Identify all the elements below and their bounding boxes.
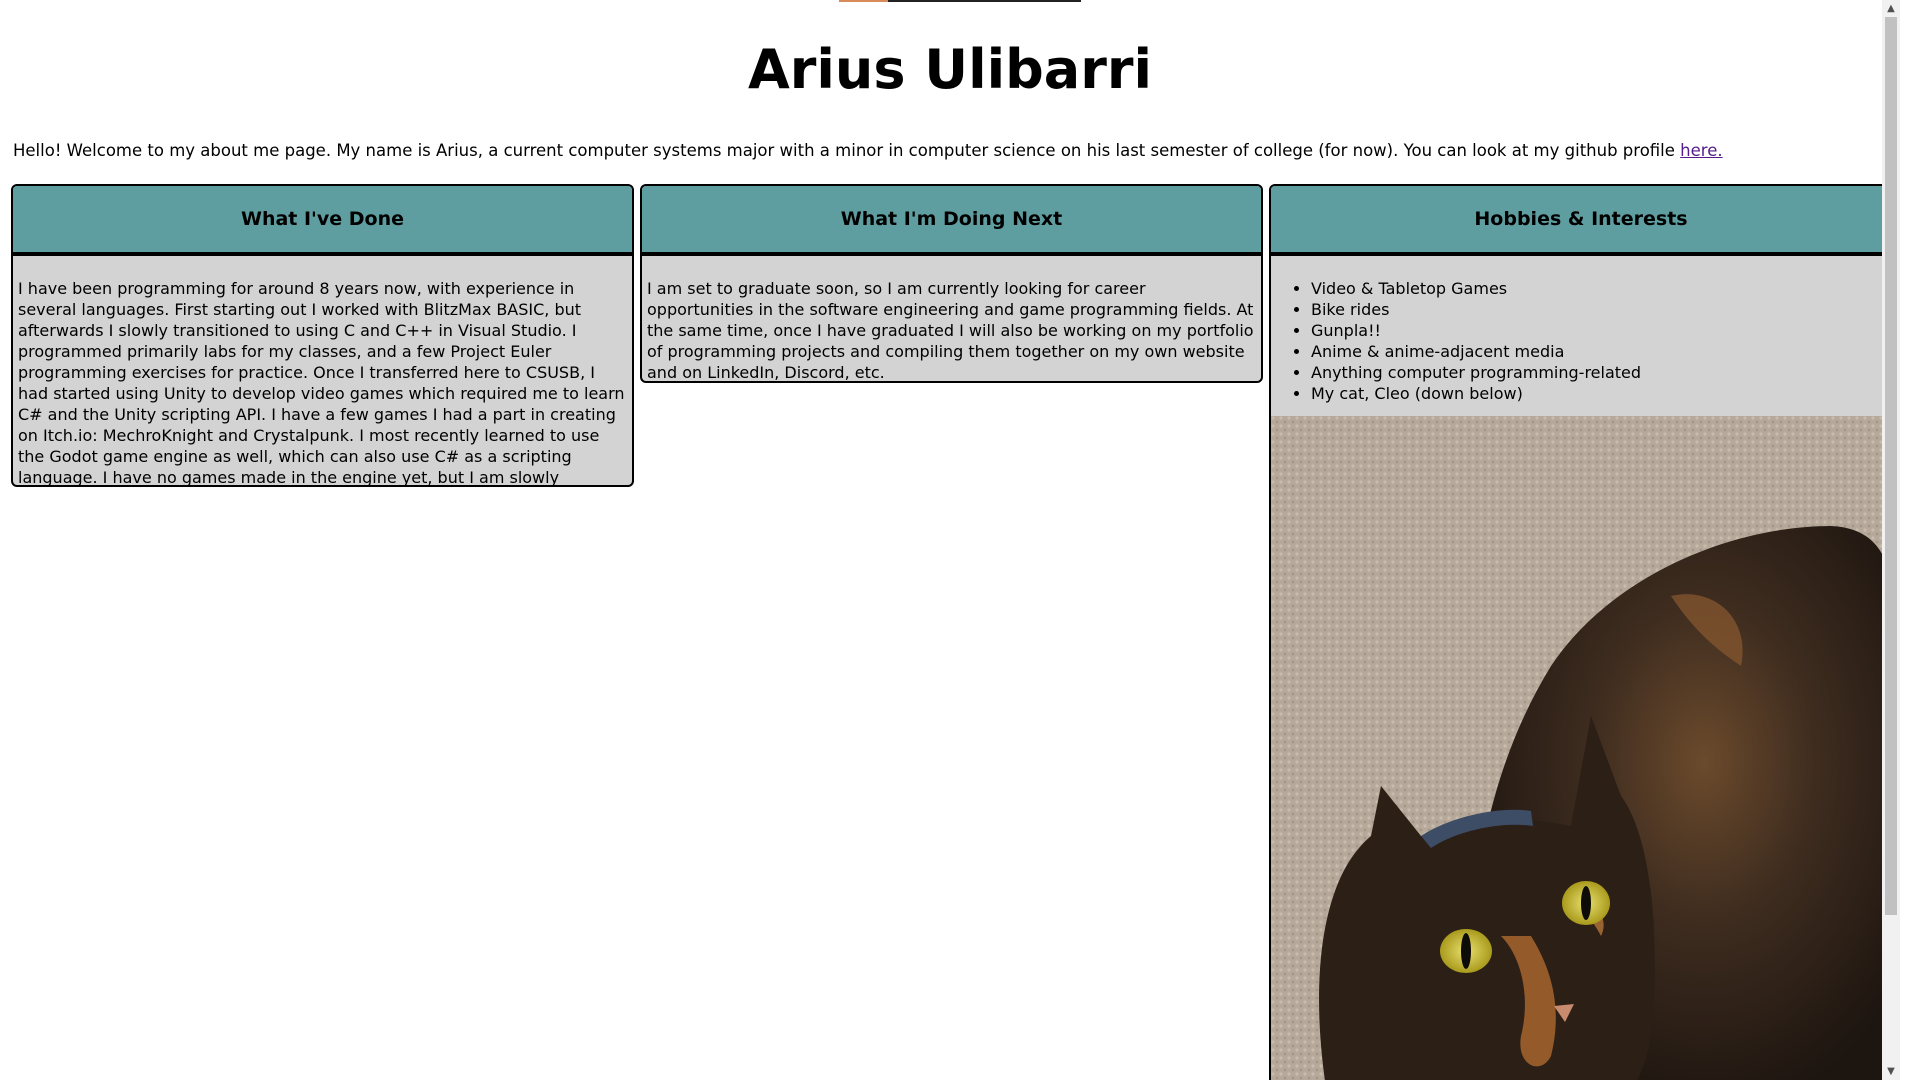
cat-photo <box>1271 416 1891 1080</box>
page: Arius Ulibarri Hello! Welcome to my abou… <box>0 0 1900 1080</box>
list-item: Bike rides <box>1311 299 1891 320</box>
card-what-ive-done: What I've Done I have been programming f… <box>11 184 634 487</box>
scroll-up-icon[interactable]: ▲ <box>1882 0 1900 17</box>
top-tab-bar <box>839 0 1081 2</box>
list-item: Gunpla!! <box>1311 320 1891 341</box>
vertical-scrollbar[interactable]: ▲ ▼ <box>1882 0 1900 1080</box>
card-heading: Hobbies & Interests <box>1271 186 1891 256</box>
scrollbar-thumb[interactable] <box>1885 17 1897 915</box>
github-link[interactable]: here. <box>1680 141 1722 160</box>
card-heading: What I'm Doing Next <box>642 186 1261 256</box>
card-what-im-doing-next: What I'm Doing Next I am set to graduate… <box>640 184 1263 383</box>
intro-paragraph: Hello! Welcome to my about me page. My n… <box>13 140 1723 162</box>
list-item: Video & Tabletop Games <box>1311 278 1891 299</box>
top-tab-accent <box>839 0 888 2</box>
hobby-list: Video & Tabletop Games Bike rides Gunpla… <box>1271 278 1891 416</box>
list-item: Anime & anime-adjacent media <box>1311 341 1891 362</box>
card-body-text: I have been programming for around 8 yea… <box>18 279 625 487</box>
scroll-down-icon[interactable]: ▼ <box>1882 1063 1900 1080</box>
hobbies-body: Video & Tabletop Games Bike rides Gunpla… <box>1271 256 1891 1080</box>
intro-text: Hello! Welcome to my about me page. My n… <box>13 141 1681 160</box>
card-body-text: I am set to graduate soon, so I am curre… <box>647 279 1254 382</box>
page-title: Arius Ulibarri <box>747 38 1153 101</box>
list-item: Anything computer programming-related <box>1311 362 1891 383</box>
card-heading: What I've Done <box>13 186 632 256</box>
list-item: My cat, Cleo (down below) <box>1311 383 1891 404</box>
card-hobbies-interests: Hobbies & Interests Video & Tabletop Gam… <box>1269 184 1893 1080</box>
